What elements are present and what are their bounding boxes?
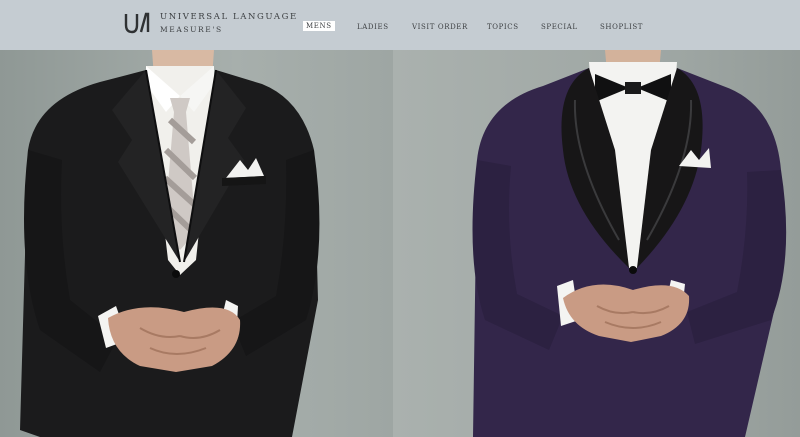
nav-item-ladies[interactable]: LADIES	[357, 22, 389, 32]
nav-item-mens[interactable]: MENS	[303, 21, 335, 31]
page: UNIVERSAL LANGUAGE MEASURE'S MENS LADIES…	[0, 0, 800, 437]
nav-item-visit-order[interactable]: VISIT ORDER	[412, 22, 468, 32]
site-header: UNIVERSAL LANGUAGE MEASURE'S MENS LADIES…	[0, 0, 800, 50]
hero-panel-black-suit[interactable]	[0, 0, 393, 437]
main-nav: MENS LADIES VISIT ORDER TOPICS SPECIAL S…	[0, 21, 800, 33]
nav-item-topics[interactable]: TOPICS	[487, 22, 519, 32]
nav-item-special[interactable]: SPECIAL	[541, 22, 578, 32]
black-suit-photo	[20, 50, 320, 437]
hero-panel-tuxedo[interactable]	[393, 0, 800, 437]
nav-item-shoplist[interactable]: SHOPLIST	[600, 22, 643, 32]
tuxedo-photo	[472, 50, 787, 437]
